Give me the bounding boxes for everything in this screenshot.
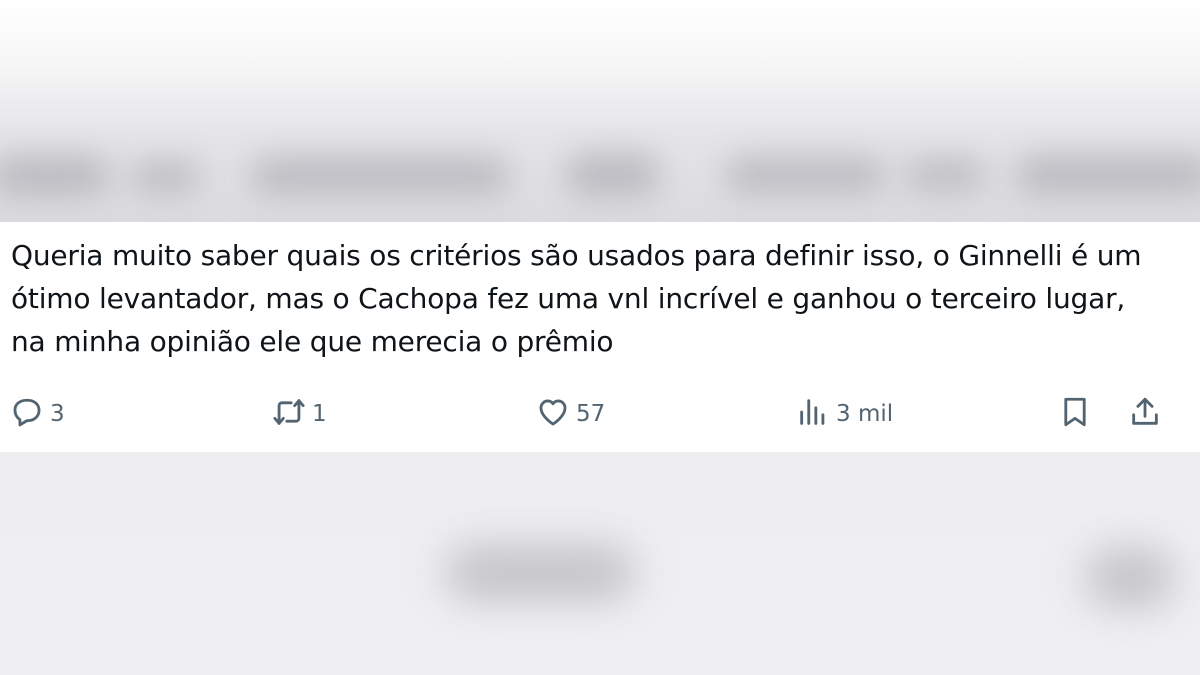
views-icon [796,395,830,433]
blurred-footer-right [1085,548,1175,608]
heart-icon [536,395,570,433]
tweet-actions: 3 1 57 3 mil [0,392,1200,436]
screenshot-canvas: Queria muito saber quais os critérios sã… [0,0,1200,675]
retweet-icon [272,395,306,433]
reply-count: 3 [50,401,65,427]
bookmark-icon [1058,395,1092,433]
views-button[interactable]: 3 mil [796,392,893,436]
blurred-footer-left [445,545,635,601]
retweet-button[interactable]: 1 [272,392,327,436]
like-count: 57 [576,401,606,427]
tweet-card: Queria muito saber quais os critérios sã… [0,222,1200,452]
share-icon [1128,395,1162,433]
retweet-count: 1 [312,401,327,427]
share-button[interactable] [1128,392,1162,436]
views-count: 3 mil [836,401,894,427]
reply-icon [10,395,44,433]
tweet-text: Queria muito saber quais os critérios sã… [11,239,1142,358]
reply-button[interactable]: 3 [10,392,65,436]
blurred-header [0,128,1200,222]
bookmark-button[interactable] [1058,392,1092,436]
like-button[interactable]: 57 [536,392,605,436]
